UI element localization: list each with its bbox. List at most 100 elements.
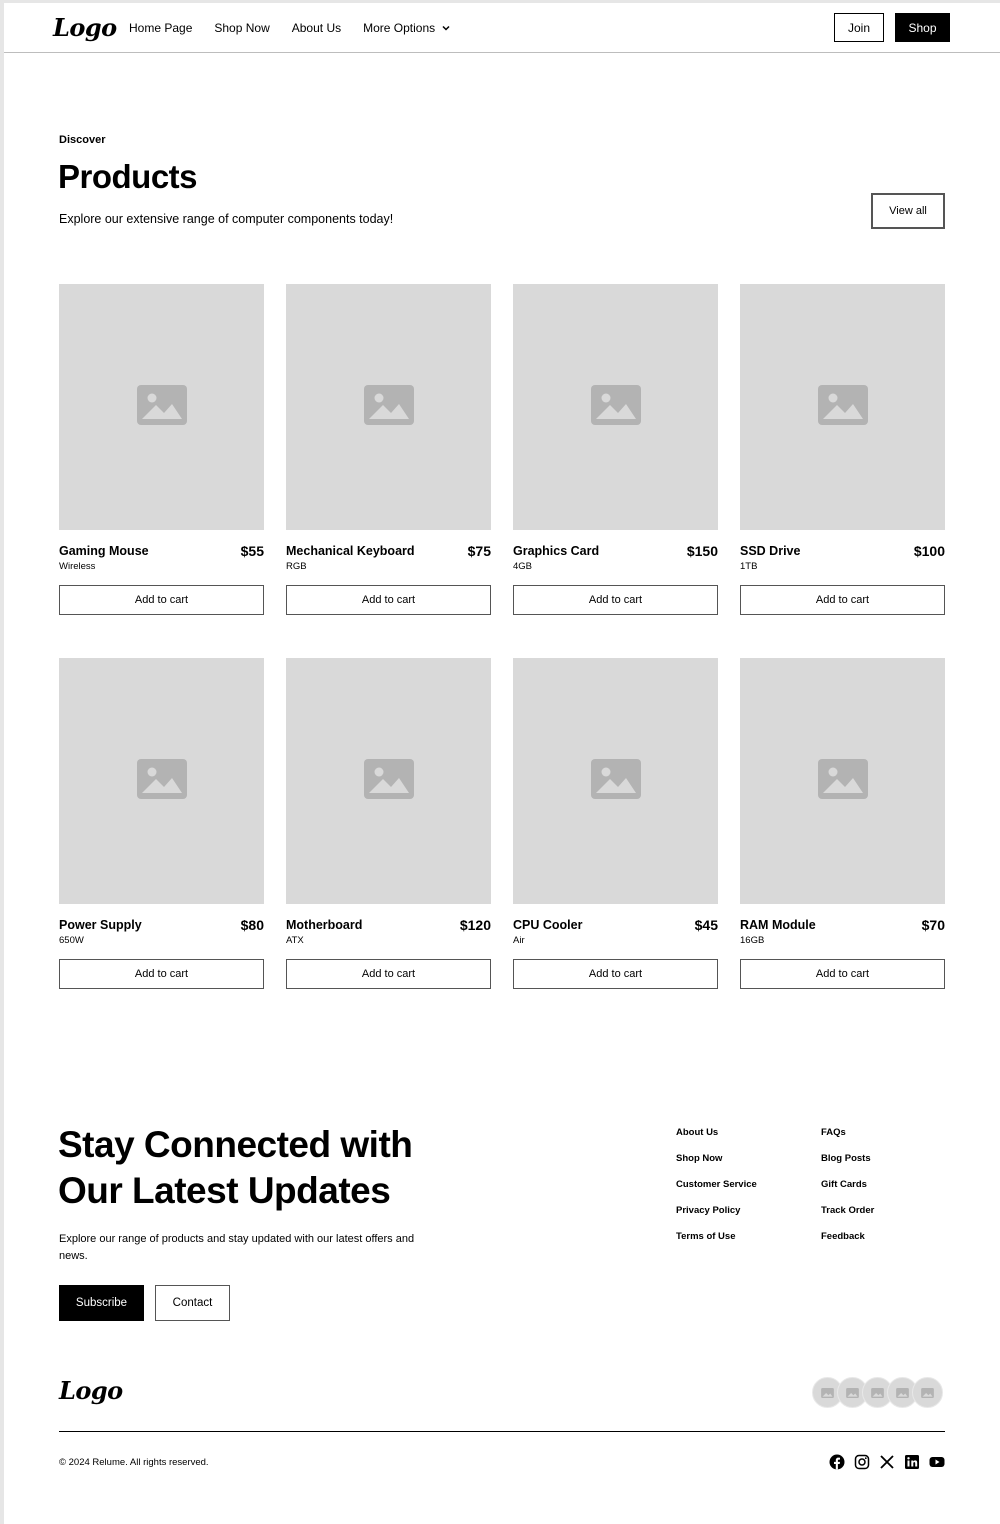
- product-card[interactable]: Mechanical Keyboard $75 RGB Add to cart: [286, 284, 491, 615]
- footer-divider: [59, 1431, 945, 1432]
- product-variant: RGB: [286, 561, 307, 572]
- product-price: $70: [921, 917, 945, 933]
- image-placeholder-icon: [590, 384, 641, 430]
- product-image[interactable]: [513, 658, 718, 904]
- view-all-button[interactable]: View all: [871, 193, 945, 229]
- footer-link-faqs[interactable]: FAQs: [821, 1127, 874, 1140]
- product-price: $80: [240, 917, 264, 933]
- footer-link-blog[interactable]: Blog Posts: [821, 1153, 874, 1166]
- product-image[interactable]: [286, 658, 491, 904]
- add-to-cart-button[interactable]: Add to cart: [59, 959, 264, 989]
- footer-link-feedback[interactable]: Feedback: [821, 1231, 874, 1244]
- product-card[interactable]: RAM Module $70 16GB Add to cart: [740, 658, 945, 989]
- nav-links: Home Page Shop Now About Us More Options: [129, 21, 451, 35]
- product-card[interactable]: Graphics Card $150 4GB Add to cart: [513, 284, 718, 615]
- product-image[interactable]: [513, 284, 718, 530]
- linkedin-icon[interactable]: [904, 1454, 920, 1470]
- footer-links-col2: FAQs Blog Posts Gift Cards Track Order F…: [821, 1127, 874, 1244]
- add-to-cart-button[interactable]: Add to cart: [59, 585, 264, 615]
- product-variant: 4GB: [513, 561, 533, 572]
- shop-button[interactable]: Shop: [895, 13, 950, 42]
- add-to-cart-button[interactable]: Add to cart: [286, 585, 491, 615]
- avatar: [912, 1377, 943, 1408]
- product-card[interactable]: Gaming Mouse $55 Wireless Add to cart: [59, 284, 264, 615]
- footer-link-customer-service[interactable]: Customer Service: [676, 1179, 757, 1192]
- image-placeholder-icon: [590, 758, 641, 804]
- add-to-cart-button[interactable]: Add to cart: [513, 959, 718, 989]
- product-price: $120: [459, 917, 491, 933]
- footer-link-privacy[interactable]: Privacy Policy: [676, 1205, 757, 1218]
- social-links: [829, 1454, 945, 1470]
- image-placeholder-icon: [363, 384, 414, 430]
- product-image[interactable]: [59, 658, 264, 904]
- product-name: Motherboard: [286, 918, 363, 932]
- image-placeholder-icon: [363, 758, 414, 804]
- product-variant: 16GB: [740, 935, 765, 946]
- nav-link-more-label: More Options: [363, 21, 436, 35]
- top-nav: Logo Home Page Shop Now About Us More Op…: [4, 3, 1000, 53]
- product-variant: ATX: [286, 935, 304, 946]
- product-price: $55: [240, 543, 264, 559]
- footer-link-terms[interactable]: Terms of Use: [676, 1231, 757, 1244]
- footer-logo[interactable]: Logo: [59, 1376, 123, 1405]
- image-placeholder-icon: [846, 1387, 859, 1398]
- page-title: Products: [58, 158, 198, 195]
- avatar-group: [812, 1377, 952, 1409]
- subscribe-button[interactable]: Subscribe: [59, 1285, 144, 1321]
- product-image[interactable]: [286, 284, 491, 530]
- chevron-down-icon: [442, 25, 450, 31]
- section-eyebrow: Discover: [59, 134, 106, 146]
- facebook-icon[interactable]: [829, 1454, 845, 1470]
- add-to-cart-button[interactable]: Add to cart: [286, 959, 491, 989]
- image-placeholder-icon: [136, 758, 187, 804]
- product-card[interactable]: Power Supply $80 650W Add to cart: [59, 658, 264, 989]
- instagram-icon[interactable]: [854, 1454, 870, 1470]
- product-name: CPU Cooler: [513, 918, 583, 932]
- image-placeholder-icon: [136, 384, 187, 430]
- product-image[interactable]: [59, 284, 264, 530]
- product-variant: Wireless: [59, 561, 96, 572]
- nav-link-more[interactable]: More Options: [363, 21, 451, 35]
- image-placeholder-icon: [821, 1387, 834, 1398]
- nav-link-home[interactable]: Home Page: [129, 21, 192, 35]
- image-placeholder-icon: [896, 1387, 909, 1398]
- copyright-text: © 2024 Relume. All rights reserved.: [59, 1457, 209, 1468]
- footer-links-col1: About Us Shop Now Customer Service Priva…: [676, 1127, 757, 1244]
- product-image[interactable]: [740, 658, 945, 904]
- add-to-cart-button[interactable]: Add to cart: [513, 585, 718, 615]
- nav-logo[interactable]: Logo: [53, 13, 117, 42]
- youtube-icon[interactable]: [929, 1454, 945, 1470]
- page-subtitle: Explore our extensive range of computer …: [59, 212, 394, 226]
- contact-button[interactable]: Contact: [155, 1285, 230, 1321]
- footer-link-track-order[interactable]: Track Order: [821, 1205, 874, 1218]
- product-name: Mechanical Keyboard: [286, 544, 415, 558]
- product-name: Power Supply: [59, 918, 142, 932]
- image-placeholder-icon: [871, 1387, 884, 1398]
- x-icon[interactable]: [879, 1454, 895, 1470]
- add-to-cart-button[interactable]: Add to cart: [740, 585, 945, 615]
- nav-link-about[interactable]: About Us: [292, 21, 341, 35]
- product-name: Graphics Card: [513, 544, 600, 558]
- product-card[interactable]: Motherboard $120 ATX Add to cart: [286, 658, 491, 989]
- footer-link-about[interactable]: About Us: [676, 1127, 757, 1140]
- join-button[interactable]: Join: [834, 13, 884, 42]
- product-variant: 650W: [59, 935, 84, 946]
- image-placeholder-icon: [817, 758, 868, 804]
- image-placeholder-icon: [817, 384, 868, 430]
- product-card[interactable]: CPU Cooler $45 Air Add to cart: [513, 658, 718, 989]
- product-card[interactable]: SSD Drive $100 1TB Add to cart: [740, 284, 945, 615]
- product-image[interactable]: [740, 284, 945, 530]
- product-name: Gaming Mouse: [59, 544, 149, 558]
- add-to-cart-button[interactable]: Add to cart: [740, 959, 945, 989]
- product-price: $45: [694, 917, 718, 933]
- cta-subtitle: Explore our range of products and stay u…: [59, 1233, 415, 1262]
- product-price: $75: [467, 543, 491, 559]
- product-name: SSD Drive: [740, 544, 801, 558]
- footer-link-shop[interactable]: Shop Now: [676, 1153, 757, 1166]
- product-name: RAM Module: [740, 918, 816, 932]
- product-price: $150: [686, 543, 718, 559]
- footer-link-gift-cards[interactable]: Gift Cards: [821, 1179, 874, 1192]
- image-placeholder-icon: [921, 1387, 934, 1398]
- product-variant: Air: [513, 935, 525, 946]
- nav-link-shop[interactable]: Shop Now: [214, 21, 269, 35]
